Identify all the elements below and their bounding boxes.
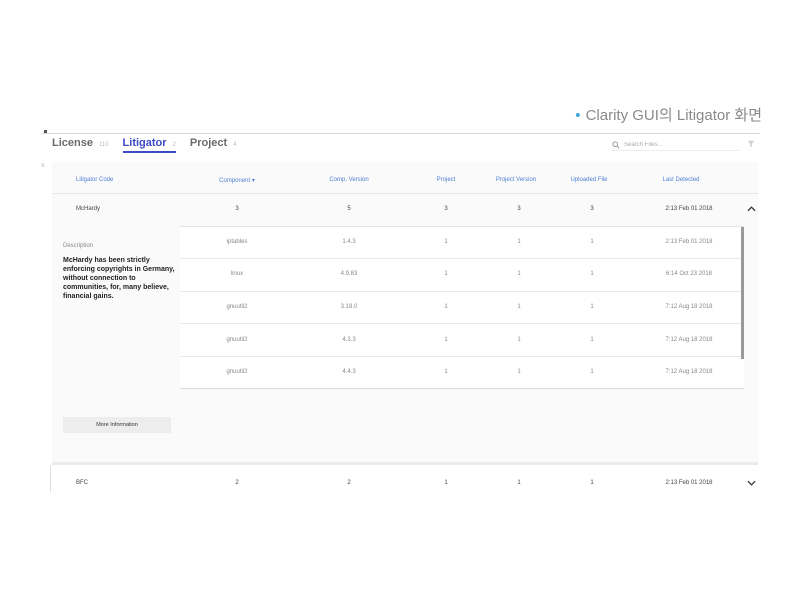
sub-cell-project: 1 — [444, 337, 448, 343]
sub-cell-component: iptables — [226, 239, 248, 245]
sub-cell-uploaded-file: 1 — [590, 271, 594, 277]
cell-comp-version: 5 — [347, 206, 351, 212]
search-box — [612, 139, 740, 151]
sub-cell-project-version: 1 — [517, 271, 521, 277]
cell-project-version: 3 — [517, 206, 521, 212]
sub-cell-comp-version: 1.4.3 — [342, 239, 356, 245]
more-information-button[interactable]: More Information — [63, 417, 171, 433]
tab-count: 2 — [172, 142, 176, 148]
sub-cell-uploaded-file: 1 — [590, 304, 594, 310]
tab-project[interactable]: Project 4 — [190, 137, 237, 151]
row-separator — [52, 462, 758, 465]
sub-cell-project-version: 1 — [517, 337, 521, 343]
cell-component: 3 — [235, 206, 239, 212]
title-bullet: • — [575, 107, 581, 124]
sub-cell-project: 1 — [444, 304, 448, 310]
slide-title: • Clarity GUI의 Litigator 화면 — [575, 104, 762, 125]
col-header-uploaded-file[interactable]: Uploaded File — [570, 177, 607, 183]
side-marker: ≡ — [41, 163, 45, 169]
description-label: Description — [63, 243, 94, 249]
sub-cell-uploaded-file: 1 — [590, 369, 594, 375]
sub-cell-project-version: 1 — [517, 239, 521, 245]
subtable-divider — [180, 323, 744, 324]
sub-cell-comp-version: 3.18.0 — [340, 304, 358, 310]
tab-label: License — [52, 137, 93, 149]
col-header-last-detected[interactable]: Last Detected — [662, 177, 699, 183]
tab-label: Litigator — [122, 137, 167, 149]
cell-project: 1 — [444, 480, 448, 486]
cell-project-version: 1 — [517, 480, 521, 486]
tab-count: 4 — [233, 142, 237, 148]
tab-count: 110 — [98, 142, 109, 148]
sub-cell-project: 1 — [444, 271, 448, 277]
row-edge — [50, 465, 51, 492]
filter-icon[interactable] — [747, 140, 755, 148]
chevron-down-icon[interactable] — [747, 480, 756, 486]
sub-cell-last-detected: 7:12 Aug 18 2018 — [665, 304, 713, 310]
search-input[interactable] — [624, 141, 734, 148]
subtable-divider — [180, 258, 744, 259]
cell-litigator-code: McHardy — [76, 206, 101, 212]
sub-cell-project: 1 — [444, 239, 448, 245]
cell-last-detected: 2:13 Feb 01 2018 — [665, 480, 713, 486]
cell-comp-version: 2 — [347, 480, 351, 486]
tab-label: Project — [189, 137, 228, 149]
window-corner-mark — [44, 130, 47, 133]
sub-cell-comp-version: 4.3.3 — [342, 337, 356, 343]
sub-cell-last-detected: 6:14 Oct 23 2018 — [665, 271, 713, 277]
cell-litigator-code: BFC — [76, 480, 88, 486]
sub-cell-comp-version: 4.4.3 — [342, 369, 356, 375]
search-icon — [612, 140, 620, 149]
cell-last-detected: 2:13 Feb 01 2018 — [665, 206, 713, 212]
tab-litigator[interactable]: Litigator 2 — [122, 137, 176, 153]
sub-cell-project: 1 — [444, 369, 448, 375]
sub-cell-component: gnuutil2 — [226, 337, 248, 343]
subtable-scrollbar[interactable] — [741, 227, 744, 359]
col-header-comp-version[interactable]: Comp. Version — [329, 177, 368, 183]
sub-cell-last-detected: 7:12 Aug 18 2018 — [665, 337, 713, 343]
chevron-up-icon[interactable] — [747, 206, 756, 212]
sub-cell-uploaded-file: 1 — [590, 239, 594, 245]
cell-uploaded-file: 1 — [590, 480, 594, 486]
description-text: McHardy has been strictly enforcing copy… — [63, 257, 175, 300]
col-header-litigator-code[interactable]: Litigator Code — [76, 177, 113, 183]
sub-cell-uploaded-file: 1 — [590, 337, 594, 343]
col-header-project[interactable]: Project — [437, 177, 456, 183]
sub-cell-component: gnuutil2 — [226, 369, 248, 375]
cell-uploaded-file: 3 — [590, 206, 594, 212]
subtable-divider — [180, 291, 744, 292]
component-subtable — [180, 226, 744, 389]
sub-cell-comp-version: 4.9.83 — [340, 271, 358, 277]
col-header-component[interactable]: Component ▾ — [219, 177, 255, 184]
row-divider — [52, 193, 758, 194]
sub-cell-last-detected: 7:12 Aug 18 2018 — [665, 369, 713, 375]
tab-license[interactable]: License 110 — [52, 137, 109, 151]
slide-title-text: Clarity GUI의 Litigator 화면 — [585, 107, 762, 124]
sub-cell-component: linux — [230, 271, 244, 277]
sub-cell-project-version: 1 — [517, 304, 521, 310]
tab-bar: License 110 Litigator 2 Project 4 — [52, 137, 251, 153]
subtable-divider — [180, 356, 744, 357]
sub-cell-project-version: 1 — [517, 369, 521, 375]
sub-cell-last-detected: 2:13 Feb 01 2018 — [665, 239, 713, 245]
sub-cell-component: gnuutil2 — [226, 304, 248, 310]
cell-project: 3 — [444, 206, 448, 212]
cell-component: 2 — [235, 480, 239, 486]
col-header-project-version[interactable]: Project Version — [496, 177, 536, 183]
